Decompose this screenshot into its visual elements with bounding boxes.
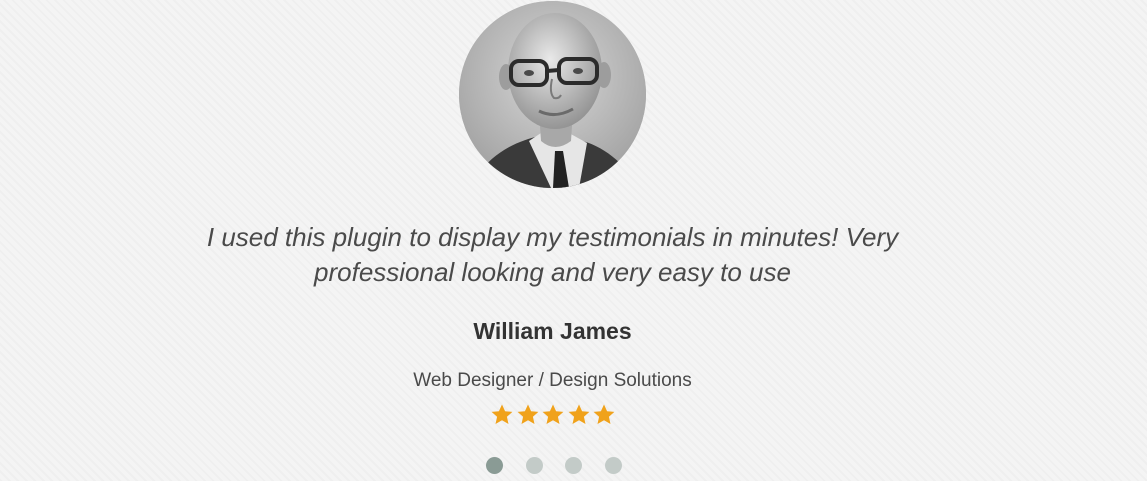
avatar	[459, 1, 646, 188]
testimonial-quote: I used this plugin to display my testimo…	[206, 222, 899, 287]
carousel-dot[interactable]	[604, 457, 622, 474]
author-role: Web Designer / Design Solutions	[413, 370, 692, 391]
star-icon	[568, 404, 589, 424]
carousel-pagination	[486, 457, 622, 475]
carousel-dot[interactable]	[525, 457, 543, 474]
star-rating	[490, 403, 616, 429]
star-icon	[593, 404, 615, 424]
avatar-portrait	[459, 1, 646, 188]
testimonial-card: I used this plugin to display my testimo…	[0, 0, 1147, 481]
star-icon	[491, 404, 513, 424]
author-name: William James	[473, 318, 632, 344]
star-icon	[542, 404, 564, 424]
carousel-dot[interactable]	[486, 457, 503, 474]
star-icon	[517, 404, 538, 424]
carousel-dot[interactable]	[565, 457, 583, 474]
